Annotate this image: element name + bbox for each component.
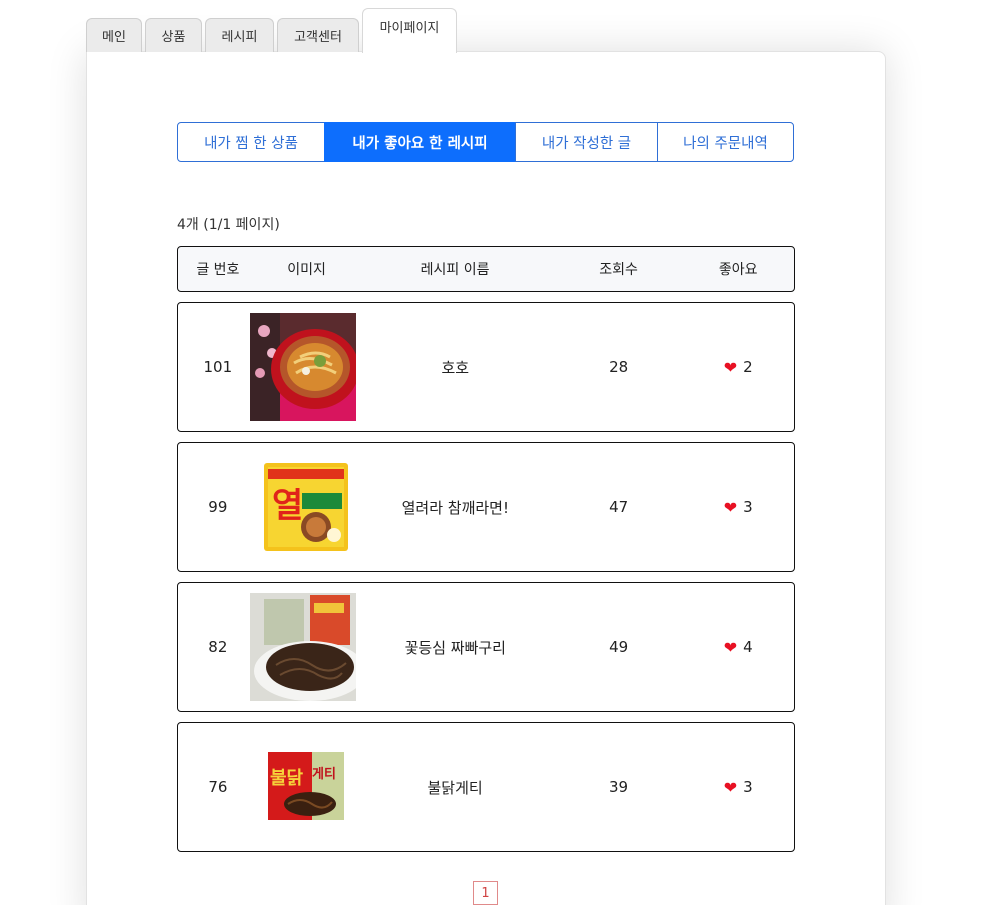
table-header: 글 번호 이미지 레시피 이름 조회수 좋아요 [177, 246, 795, 292]
sesame-ramen-package[interactable]: 열 [258, 459, 356, 555]
heart-icon[interactable]: ❤ [724, 638, 737, 657]
tab-main[interactable]: 메인 [86, 18, 142, 52]
table-row[interactable]: 101 호호 28 ❤ 2 [177, 302, 795, 432]
mypage-panel: 내가 찜 한 상품 내가 좋아요 한 레시피 내가 작성한 글 나의 주문내역 … [86, 51, 886, 905]
subtab-my-posts[interactable]: 내가 작성한 글 [515, 122, 658, 162]
subtab-wishlist-products[interactable]: 내가 찜 한 상품 [177, 122, 325, 162]
post-number: 101 [203, 358, 233, 376]
post-number: 99 [208, 498, 228, 516]
recipe-name[interactable]: 호호 [356, 357, 555, 378]
svg-text:열: 열 [272, 486, 303, 526]
view-count: 39 [609, 778, 629, 796]
tab-customer-center[interactable]: 고객센터 [277, 18, 359, 52]
view-count: 47 [609, 498, 629, 516]
table-row[interactable]: 82 꽃등심 짜빠구리 49 ❤ 4 [177, 582, 795, 712]
tab-products[interactable]: 상품 [145, 18, 202, 52]
heart-icon[interactable]: ❤ [724, 778, 737, 797]
header-views: 조회수 [599, 262, 638, 278]
subtab-my-orders[interactable]: 나의 주문내역 [657, 122, 794, 162]
svg-text:불닭: 불닭 [270, 768, 304, 789]
heart-icon[interactable]: ❤ [724, 498, 737, 517]
recipe-name[interactable]: 꽃등심 짜빠구리 [356, 637, 555, 658]
ramen-bowl-photo[interactable] [249, 313, 356, 421]
buldak-getti-package[interactable]: 불닭 게티 [267, 750, 346, 824]
table-row[interactable]: 76 불닭 게티 불닭게티 39 ❤ 3 [177, 722, 795, 852]
post-number: 76 [208, 778, 228, 796]
recipe-name[interactable]: 불닭게티 [355, 777, 554, 798]
recipe-list: 101 호호 28 ❤ 2 99 열 열려라 참깨라면! 47 ❤ 3 82 꽃… [177, 302, 795, 862]
tab-recipes[interactable]: 레시피 [205, 18, 274, 52]
heart-icon[interactable]: ❤ [724, 358, 737, 377]
like-count: 4 [743, 638, 753, 656]
header-likes: 좋아요 [718, 262, 758, 278]
subtab-liked-recipes[interactable]: 내가 좋아요 한 레시피 [324, 122, 516, 162]
view-count: 49 [609, 638, 629, 656]
like-count: 2 [743, 358, 753, 376]
view-count: 28 [609, 358, 629, 376]
header-post-number: 글 번호 [196, 262, 240, 278]
like-count: 3 [743, 498, 753, 516]
top-nav-tabs: 메인 상품 레시피 고객센터 마이페이지 [86, 7, 460, 53]
mypage-subtabs: 내가 찜 한 상품 내가 좋아요 한 레시피 내가 작성한 글 나의 주문내역 [177, 122, 794, 162]
table-row[interactable]: 99 열 열려라 참깨라면! 47 ❤ 3 [177, 442, 795, 572]
header-recipe-name: 레시피 이름 [420, 262, 490, 278]
tab-mypage[interactable]: 마이페이지 [362, 8, 457, 53]
svg-text:게티: 게티 [312, 766, 336, 782]
chapaguri-plate-photo[interactable] [249, 593, 356, 701]
post-number: 82 [208, 638, 228, 656]
result-count: 4개 (1/1 페이지) [177, 217, 280, 233]
recipe-name[interactable]: 열려라 참깨라면! [356, 497, 555, 518]
like-count: 3 [743, 778, 753, 796]
header-image: 이미지 [287, 262, 326, 278]
pagination-page-1[interactable]: 1 [473, 881, 498, 905]
